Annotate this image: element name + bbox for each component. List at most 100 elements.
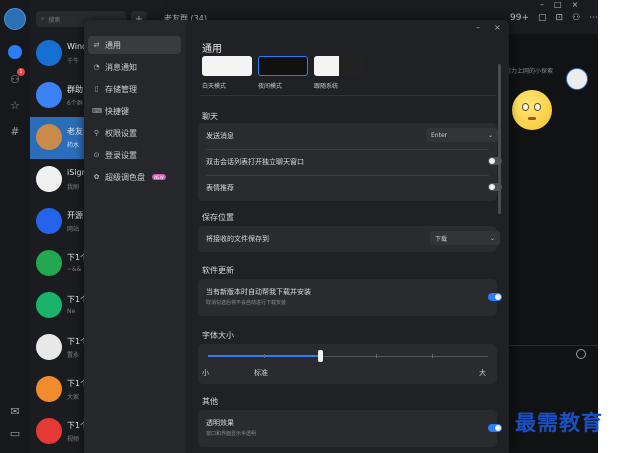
close-icon[interactable]: × bbox=[494, 23, 501, 32]
chevron-down-icon: ⌄ bbox=[489, 234, 495, 242]
nav-label: 存储管理 bbox=[105, 84, 137, 94]
emoji-recommend-row: 表情推荐 bbox=[198, 175, 502, 201]
clock-icon[interactable] bbox=[576, 349, 586, 359]
conversation-avatar bbox=[36, 40, 62, 66]
auto-update-toggle[interactable] bbox=[488, 293, 502, 301]
emoji-recommend-toggle[interactable] bbox=[488, 183, 502, 191]
font-size-card bbox=[198, 344, 497, 384]
palette-icon: ✿ bbox=[93, 173, 100, 181]
icon-rail: ⚇ 1 ☆ # ✉ ▭ bbox=[0, 0, 30, 453]
screen-share-icon[interactable]: ⊡ bbox=[556, 13, 564, 23]
nav-item-shortcuts[interactable]: ⌨ 快捷键 bbox=[88, 102, 181, 120]
add-member-icon[interactable]: ⚇ bbox=[572, 13, 580, 23]
conversation-avatar bbox=[36, 124, 62, 150]
nav-label: 通用 bbox=[105, 40, 121, 50]
nav-item-general[interactable]: ⇄ 通用 bbox=[88, 36, 181, 54]
font-size-min: 小 bbox=[202, 369, 209, 377]
theme-label: 白天模式 bbox=[202, 83, 227, 90]
conversation-avatar bbox=[36, 208, 62, 234]
star-icon[interactable]: ☆ bbox=[6, 96, 24, 114]
row-label: 当有新版本时自动帮我下载并安装 bbox=[206, 288, 311, 296]
dblclick-row: 双击会话列表打开独立聊天窗口 bbox=[198, 149, 502, 175]
chat-message-sender: 努力上网的小探索 bbox=[505, 68, 554, 75]
bell-icon: ◔ bbox=[93, 63, 100, 71]
row-label: 发送消息 bbox=[206, 132, 234, 140]
nav-item-storage[interactable]: ▯ 存储管理 bbox=[88, 80, 181, 98]
input-divider bbox=[507, 345, 598, 346]
nav-item-palette[interactable]: ✿ 超级调色盘 NEW bbox=[88, 168, 181, 186]
login-icon: ⊙ bbox=[93, 151, 100, 159]
search-icon: ⌕ bbox=[41, 15, 45, 22]
save-location-card: 将接收的文件保存到 下载 ⌄ bbox=[198, 226, 500, 252]
minimize-icon[interactable]: – bbox=[476, 23, 480, 32]
font-size-max: 大 bbox=[479, 369, 486, 377]
mail-icon[interactable]: ✉ bbox=[6, 402, 24, 420]
window-controls: – □ × bbox=[540, 0, 578, 9]
nav-label: 登录设置 bbox=[105, 150, 137, 160]
conversation-avatar bbox=[36, 418, 62, 444]
divider bbox=[200, 95, 496, 96]
nav-item-permissions[interactable]: ⚲ 权限设置 bbox=[88, 124, 181, 142]
send-message-row: 发送消息 Enter ⌄ bbox=[198, 123, 498, 149]
row-sublabel: 取消勾选后将不会自动进行下载安装 bbox=[206, 300, 287, 306]
settings-nav: ⇄ 通用 ◔ 消息通知 ▯ 存储管理 ⌨ 快捷键 ⚲ 权限设置 ⊙ 登录设置 ✿ 超级调色盘 N… bbox=[84, 20, 186, 453]
conversation-avatar bbox=[36, 250, 62, 276]
theme-day-preview[interactable] bbox=[202, 56, 252, 76]
conversation-avatar bbox=[36, 82, 62, 108]
section-title: 保存位置 bbox=[202, 213, 234, 222]
video-call-icon[interactable]: ▢ bbox=[538, 13, 547, 23]
theme-label: 夜间模式 bbox=[258, 83, 283, 90]
select-value: Enter bbox=[431, 131, 448, 139]
chevron-down-icon: ⌄ bbox=[487, 131, 493, 139]
section-title: 其他 bbox=[202, 397, 218, 406]
search-placeholder: 搜索 bbox=[48, 16, 61, 24]
row-label: 双击会话列表打开独立聊天窗口 bbox=[206, 158, 304, 166]
close-icon[interactable]: × bbox=[572, 0, 579, 9]
new-tag: NEW bbox=[152, 174, 166, 180]
theme-night-preview[interactable] bbox=[258, 56, 308, 76]
dblclick-toggle[interactable] bbox=[488, 157, 502, 165]
settings-scrollbar[interactable] bbox=[498, 64, 501, 214]
section-title: 字体大小 bbox=[202, 331, 234, 340]
row-label: 将接收的文件保存到 bbox=[206, 235, 269, 243]
maximize-icon[interactable]: □ bbox=[554, 0, 562, 9]
save-path-row: 将接收的文件保存到 下载 ⌄ bbox=[198, 226, 500, 252]
save-path-select[interactable]: 下载 ⌄ bbox=[430, 231, 500, 245]
nav-item-login[interactable]: ⊙ 登录设置 bbox=[88, 146, 181, 164]
theme-label: 跟随系统 bbox=[314, 83, 339, 90]
conversation-avatar bbox=[36, 376, 62, 402]
conversation-avatar bbox=[36, 334, 62, 360]
user-avatar[interactable] bbox=[4, 8, 26, 30]
font-size-mid: 标准 bbox=[254, 369, 268, 377]
select-value: 下载 bbox=[435, 235, 448, 243]
nav-label: 快捷键 bbox=[105, 106, 129, 116]
message-avatar bbox=[566, 68, 588, 90]
settings-content: 通用 – × 白天模式 夜间模式 跟随系统 聊天 发送消息 Enter ⌄ 双击会 bbox=[186, 20, 509, 453]
nav-item-notifications[interactable]: ◔ 消息通知 bbox=[88, 58, 181, 76]
font-size-thumb[interactable] bbox=[318, 350, 323, 362]
folder-icon[interactable]: ▭ bbox=[6, 424, 24, 442]
chat-counter: 99+ bbox=[510, 13, 529, 23]
watermark: 最需教育 bbox=[515, 410, 603, 435]
send-key-select[interactable]: Enter ⌄ bbox=[426, 128, 498, 142]
contacts-icon[interactable]: ⚇ 1 bbox=[6, 68, 25, 88]
transparent-toggle[interactable] bbox=[488, 424, 502, 432]
minimize-icon[interactable]: – bbox=[540, 0, 544, 9]
emoji-sticker bbox=[512, 90, 552, 130]
channel-icon[interactable]: # bbox=[6, 122, 24, 140]
nav-label: 超级调色盘 bbox=[105, 172, 145, 182]
conversation-avatar bbox=[36, 166, 62, 192]
section-title: 聊天 bbox=[202, 112, 218, 121]
chat-settings-card: 发送消息 Enter ⌄ 双击会话列表打开独立聊天窗口 表情推荐 bbox=[198, 123, 502, 201]
other-card: 透明效果 窗口和界面显示半透明 bbox=[198, 410, 502, 447]
settings-title: 通用 bbox=[202, 44, 222, 55]
update-card: 当有新版本时自动帮我下载并安装 取消勾选后将不会自动进行下载安装 bbox=[198, 279, 502, 316]
more-icon[interactable]: ⋯ bbox=[589, 13, 598, 23]
messages-icon[interactable] bbox=[6, 43, 24, 61]
theme-system-preview[interactable] bbox=[314, 56, 364, 76]
auto-update-row: 当有新版本时自动帮我下载并安装 取消勾选后将不会自动进行下载安装 bbox=[198, 279, 502, 306]
nav-label: 消息通知 bbox=[105, 62, 137, 72]
lock-icon: ⚲ bbox=[93, 129, 100, 137]
section-title: 软件更新 bbox=[202, 266, 234, 275]
row-label: 透明效果 bbox=[206, 419, 234, 427]
